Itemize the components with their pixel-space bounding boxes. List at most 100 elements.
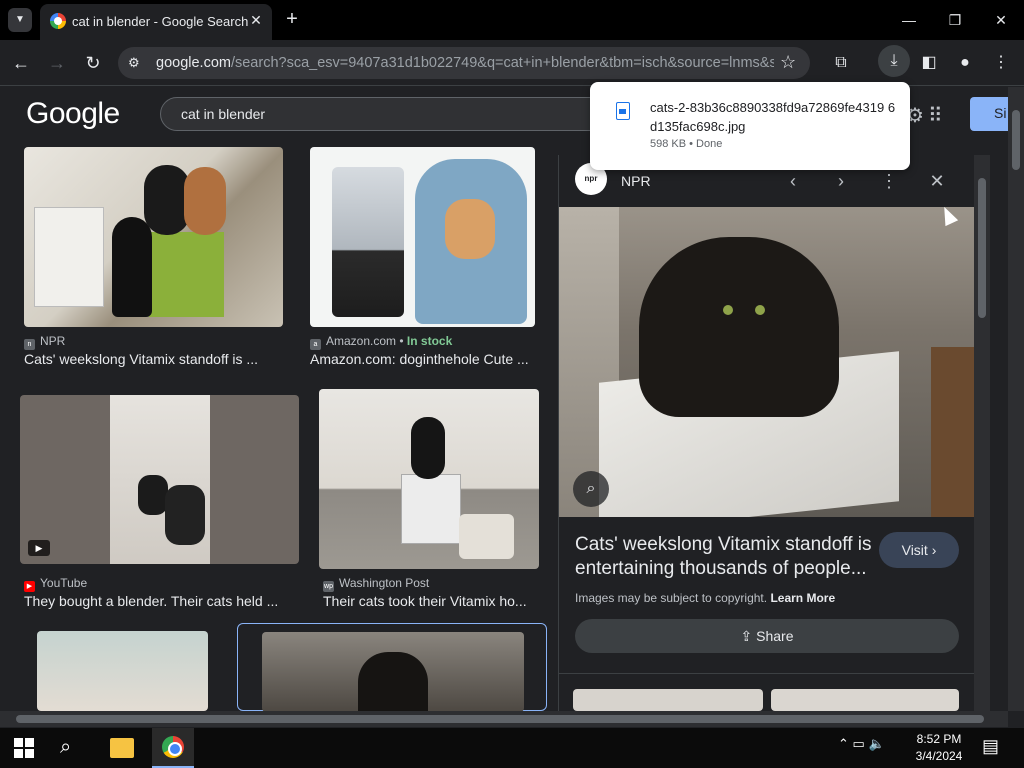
forward-button[interactable]: → [44,50,70,76]
stock-badge: In stock [406,334,453,348]
download-bubble: cats-2-83b36c8890338fd9a72869fe4319 6d13… [590,82,910,170]
related-image[interactable] [771,689,959,711]
result-caption[interactable]: Cats' weekslong Vitamix standoff is ... [24,351,283,367]
result-image-youtube[interactable]: ▶ [20,395,299,564]
tab-title: cat in blender - Google Search [72,14,249,29]
cat-eye-image [723,305,733,315]
result-image-amazon[interactable] [310,147,535,327]
image-preview-panel: npr NPR ‹ › ⋮ ✕ ⌕ Cats' weekslong Vitami… [558,155,975,711]
download-button[interactable]: ⤓ [878,45,910,77]
download-filename[interactable]: cats-2-83b36c8890338fd9a72869fe4319 6d13… [650,98,900,136]
tray-chevron-icon[interactable]: ⌃ [838,736,849,751]
url-text[interactable]: google.com/search?sca_esv=9407a31d1b0227… [156,55,774,71]
more-options-icon[interactable]: ⋮ [877,169,901,193]
tab-search-button[interactable]: ▼ [8,8,32,32]
close-panel-icon[interactable]: ✕ [925,169,949,193]
black-cat-image [358,652,428,711]
black-cat-image [112,217,152,317]
google-logo[interactable]: Google [26,97,120,131]
cat-blanket-image [415,159,527,324]
lens-search-icon[interactable]: ⌕ [573,471,609,507]
restore-button[interactable]: ❐ [932,0,978,40]
system-tray[interactable]: ⌃ ▭ 🔈 [838,736,885,752]
learn-more-link[interactable]: Learn More [770,591,835,605]
black-cat-image [639,237,839,417]
tab-close-icon[interactable]: ✕ [246,10,266,30]
window-close-button[interactable]: ✕ [978,0,1024,40]
preview-image[interactable]: ⌕ [559,207,975,517]
result-source[interactable]: n NPR [24,334,65,350]
divider [559,673,975,674]
minimize-button[interactable]: — [886,0,932,40]
orange-cat-image [445,199,495,259]
bookmark-star-icon[interactable]: ☆ [780,52,796,73]
panel-source[interactable]: NPR [621,173,651,189]
result-source[interactable]: a Amazon.com • In stock [310,334,452,350]
chrome-taskbar-icon[interactable] [152,728,194,768]
site-info-icon[interactable]: ⚙ [128,55,144,71]
page-scrollbar[interactable] [1008,87,1024,711]
blender-box-image [34,207,104,307]
related-image[interactable] [573,689,763,711]
result-image-washingtonpost[interactable] [319,389,539,569]
cat-image [411,417,445,479]
result-image-npr[interactable] [24,147,283,327]
previous-chevron-icon[interactable]: ‹ [781,169,805,193]
menu-icon[interactable]: ⋮ [988,50,1014,76]
result-caption[interactable]: Amazon.com: doginthehole Cute ... [310,351,535,367]
address-bar[interactable]: ⚙ google.com/search?sca_esv=9407a31d1b02… [118,47,810,79]
page-scrollbar-thumb[interactable] [1012,110,1020,170]
extensions-icon[interactable]: ⧉ [828,50,854,76]
tab-bar: ▼ cat in blender - Google Search ✕ + — ❐… [0,0,1024,40]
search-input[interactable]: cat in blender [160,97,620,131]
google-favicon-icon [50,13,66,29]
volume-icon[interactable]: 🔈 [868,736,884,751]
npr-favicon-icon: n [24,339,35,350]
cat-image [165,485,205,545]
page-content: Google cat in blender ⚙ ⠿ Si n NPR Cats' … [0,87,1024,711]
new-tab-button[interactable]: + [280,8,304,32]
clock-date[interactable]: 3/4/2024 [910,749,968,763]
result-caption[interactable]: Their cats took their Vitamix ho... [323,593,537,609]
horizontal-scrollbar[interactable] [0,711,1008,727]
cat-image [138,475,168,515]
reload-button[interactable]: ↻ [80,50,106,76]
share-icon: ⇪ [740,628,753,644]
amazon-favicon-icon: a [310,339,321,350]
result-source[interactable]: wp Washington Post [323,576,429,592]
download-icon: ⤓ [890,52,898,69]
search-query: cat in blender [181,106,266,122]
result-image-partial[interactable] [37,631,208,711]
apps-grid-icon[interactable]: ⠿ [928,103,943,128]
result-source[interactable]: ▶ YouTube [24,576,87,592]
washingtonpost-favicon-icon: wp [323,581,334,592]
side-panel-icon[interactable]: ◧ [916,50,942,76]
back-button[interactable]: ← [8,50,34,76]
vitamix-box-image [401,474,461,544]
file-explorer-icon[interactable] [110,738,134,758]
profile-icon[interactable]: ● [952,50,978,76]
blender-image [332,167,404,317]
windows-taskbar: ⌕ ⌃ ▭ 🔈 8:52 PM 3/4/2024 ▤ [0,728,1024,768]
share-button[interactable]: ⇪ Share [575,619,959,653]
next-chevron-icon[interactable]: › [829,169,853,193]
panel-title[interactable]: Cats' weekslong Vitamix standoff is ente… [575,533,875,581]
result-caption[interactable]: They bought a blender. Their cats held .… [24,593,292,609]
visit-button[interactable]: Visit › [879,532,959,568]
kitchen-image [110,395,210,564]
background-object-image [931,347,975,517]
network-icon[interactable]: ▭ [853,736,865,751]
notification-icon[interactable]: ▤ [982,736,999,757]
windows-start-icon[interactable] [14,738,34,758]
panel-scrollbar-thumb[interactable] [978,178,986,318]
vitamix-box-image [149,232,224,317]
video-play-icon: ▶ [28,540,50,556]
browser-toolbar: ← → ↻ ⚙ google.com/search?sca_esv=9407a3… [0,40,1024,86]
selected-result-frame[interactable] [237,623,547,711]
youtube-favicon-icon: ▶ [24,581,35,592]
horizontal-scrollbar-thumb[interactable] [16,715,984,723]
taskbar-search-icon[interactable]: ⌕ [60,736,86,762]
image-file-icon [616,102,630,120]
browser-tab[interactable]: cat in blender - Google Search ✕ [40,4,272,40]
clock-time[interactable]: 8:52 PM [914,732,964,746]
